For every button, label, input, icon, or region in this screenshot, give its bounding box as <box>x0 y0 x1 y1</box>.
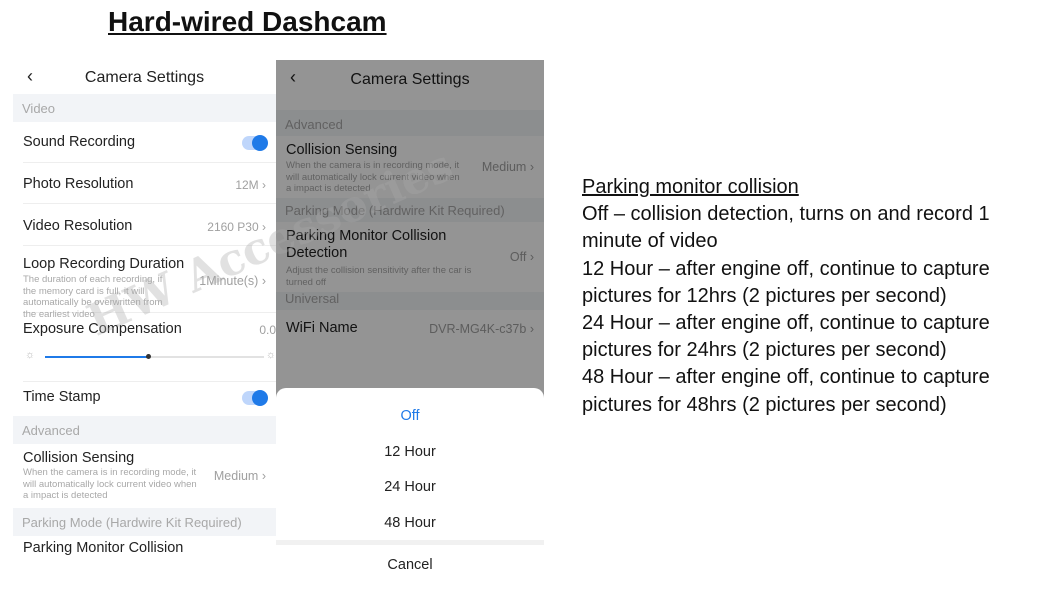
modal-overlay[interactable] <box>276 60 544 400</box>
collision-sensing-value: Medium › <box>214 469 266 483</box>
camera-settings-screen-left: ‹ Camera Settings Video Sound Recording … <box>13 60 276 580</box>
time-stamp-label: Time Stamp <box>23 389 101 405</box>
toggle-knob <box>252 390 268 406</box>
loop-recording-label: Loop Recording Duration <box>23 256 185 272</box>
exposure-slider-fill <box>45 356 148 358</box>
parking-monitor-label: Parking Monitor Collision <box>23 540 184 556</box>
page-title: Hard-wired Dashcam <box>108 6 387 37</box>
cancel-button[interactable]: Cancel <box>276 557 544 573</box>
toggle-knob <box>252 135 268 151</box>
parking-duration-sheet: Off 12 Hour 24 Hour 48 Hour Cancel <box>276 388 544 580</box>
loop-recording-value-text: 1Minute(s) <box>199 274 259 288</box>
photo-resolution-value: 12M › <box>235 178 266 192</box>
exposure-row: Exposure Compensation 0.0 ☼ ☼ <box>23 313 276 382</box>
sun-large-icon: ☼ <box>265 349 276 361</box>
note-12-hour: 12 Hour – after engine off, continue to … <box>582 257 990 307</box>
loop-recording-row[interactable]: Loop Recording Duration The duration of … <box>23 246 276 320</box>
exposure-label: Exposure Compensation <box>23 321 182 337</box>
note-off: Off – collision detection, turns on and … <box>582 203 990 253</box>
note-24-hour: 24 Hour – after engine off, continue to … <box>582 312 990 362</box>
collision-sensing-desc: When the camera is in recording mode, it… <box>23 467 197 501</box>
nav-bar: ‹ Camera Settings <box>13 60 276 94</box>
option-48-hour[interactable]: 48 Hour <box>276 515 544 531</box>
photo-resolution-label: Photo Resolution <box>23 176 134 192</box>
camera-settings-screen-right: ‹ Camera Settings Advanced Collision Sen… <box>276 60 544 580</box>
photo-resolution-row[interactable]: Photo Resolution 12M › <box>23 163 276 204</box>
chevron-right-icon: › <box>262 178 266 192</box>
section-parking: Parking Mode (Hardwire Kit Required) <box>13 508 276 536</box>
option-off[interactable]: Off <box>276 408 544 424</box>
collision-sensing-value-text: Medium <box>213 469 259 483</box>
chevron-right-icon: › <box>262 220 266 234</box>
note-48-hour: 48 Hour – after engine off, continue to … <box>582 366 990 416</box>
video-resolution-value-text: 2160 P30 <box>207 220 259 234</box>
exposure-slider-handle[interactable] <box>145 354 151 359</box>
section-video: Video <box>13 94 276 122</box>
sheet-divider <box>276 540 544 545</box>
chevron-right-icon: › <box>261 274 266 288</box>
nav-title: Camera Settings <box>84 69 205 86</box>
sound-recording-label: Sound Recording <box>23 134 136 150</box>
time-stamp-row[interactable]: Time Stamp <box>23 382 276 416</box>
option-24-hour[interactable]: 24 Hour <box>276 479 544 495</box>
notes-header: Parking monitor collision <box>582 176 799 198</box>
chevron-right-icon: › <box>261 469 266 483</box>
exposure-value: 0.0 <box>259 323 276 337</box>
video-resolution-label: Video Resolution <box>23 218 133 234</box>
section-advanced: Advanced <box>13 416 276 444</box>
exposure-slider[interactable] <box>45 354 264 359</box>
sound-recording-toggle[interactable] <box>242 135 268 151</box>
loop-recording-value: 1Minute(s) › <box>199 274 266 288</box>
option-12-hour[interactable]: 12 Hour <box>276 444 544 460</box>
video-resolution-value: 2160 P30 › <box>207 220 266 234</box>
parking-notes: Parking monitor collision Off – collisio… <box>582 174 1032 419</box>
time-stamp-toggle[interactable] <box>242 390 268 406</box>
sun-small-icon: ☼ <box>25 349 36 361</box>
video-resolution-row[interactable]: Video Resolution 2160 P30 › <box>23 204 276 246</box>
parking-monitor-row[interactable]: Parking Monitor Collision <box>23 536 276 566</box>
sound-recording-row[interactable]: Sound Recording <box>23 122 276 163</box>
collision-sensing-label: Collision Sensing <box>23 450 135 466</box>
photo-resolution-value-text: 12M <box>235 178 259 192</box>
collision-sensing-row[interactable]: Collision Sensing When the camera is in … <box>23 444 276 508</box>
